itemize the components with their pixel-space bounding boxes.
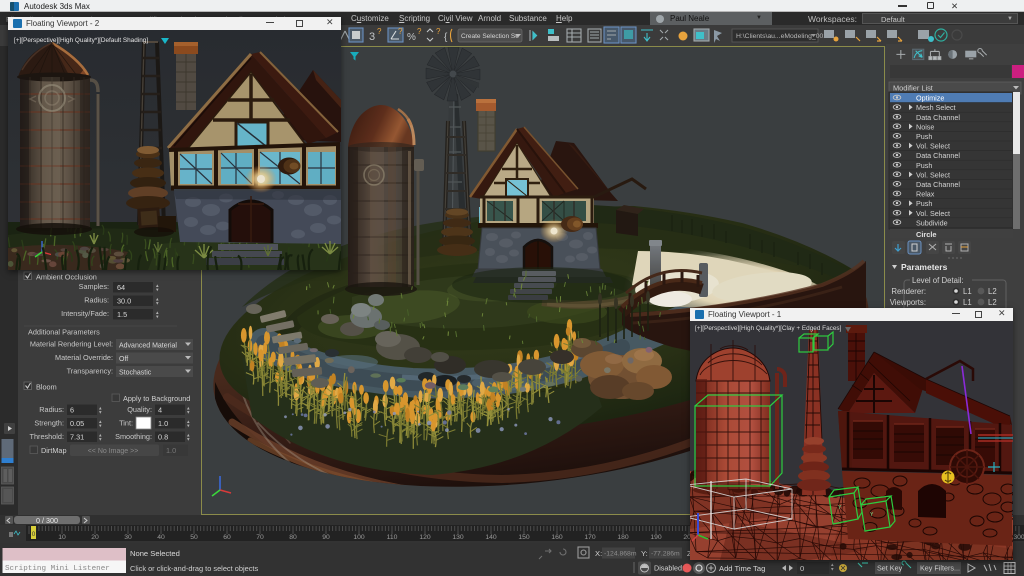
svg-text:Data Channel: Data Channel: [916, 113, 960, 122]
svg-text:?: ?: [417, 27, 422, 36]
svg-text:Vol. Select: Vol. Select: [916, 209, 950, 218]
svg-text:0.05: 0.05: [70, 419, 84, 428]
svg-text:Intensity/Fade:: Intensity/Fade:: [61, 309, 109, 318]
svg-text:Push: Push: [916, 132, 932, 141]
svg-text:7.31: 7.31: [70, 433, 84, 442]
svg-text:DirtMap: DirtMap: [41, 446, 67, 455]
svg-text:-124.868m: -124.868m: [604, 551, 637, 558]
svg-text:Create Selection Se: Create Selection Se: [461, 33, 519, 40]
svg-text:3: 3: [369, 31, 375, 43]
svg-text:?: ?: [436, 27, 441, 36]
svg-text:Optimize: Optimize: [916, 94, 944, 103]
svg-text:90: 90: [322, 534, 330, 541]
svg-text:Stochastic: Stochastic: [119, 370, 152, 377]
svg-text:150: 150: [518, 534, 530, 541]
svg-text:110: 110: [387, 534, 398, 541]
svg-text:Data Channel: Data Channel: [916, 180, 960, 189]
svg-text:%: %: [407, 32, 416, 43]
svg-text:Relax: Relax: [916, 190, 935, 199]
svg-text:30.0: 30.0: [117, 297, 131, 306]
svg-text:Circle: Circle: [916, 230, 937, 239]
svg-text:?: ?: [377, 27, 382, 36]
svg-text:140: 140: [485, 534, 497, 541]
svg-text:Mesh Select: Mesh Select: [916, 103, 956, 112]
svg-text:0 / 300: 0 / 300: [36, 516, 58, 525]
svg-text:X:: X:: [595, 549, 602, 558]
svg-text:Additional Parameters: Additional Parameters: [28, 328, 100, 337]
svg-text:1.0: 1.0: [166, 446, 176, 455]
svg-text:0.8: 0.8: [158, 433, 168, 442]
svg-text:180: 180: [617, 534, 629, 541]
svg-text:10: 10: [58, 534, 66, 541]
svg-text:Quality:: Quality:: [127, 405, 152, 414]
svg-text:-77.286m: -77.286m: [651, 551, 680, 558]
svg-text:0: 0: [800, 564, 804, 573]
svg-text:Disabled:: Disabled:: [654, 564, 684, 573]
svg-text:4: 4: [158, 406, 162, 415]
svg-text:40: 40: [157, 534, 165, 541]
svg-text:None Selected: None Selected: [130, 549, 180, 558]
svg-text:L1: L1: [963, 287, 972, 296]
svg-text:300: 300: [1013, 534, 1024, 541]
svg-text:{: {: [444, 32, 448, 43]
svg-text:Push: Push: [916, 161, 932, 170]
svg-text:Noise: Noise: [916, 122, 934, 131]
svg-text:Vol. Select: Vol. Select: [916, 170, 950, 179]
svg-text:Apply to Background: Apply to Background: [123, 394, 190, 403]
svg-text:120: 120: [419, 534, 431, 541]
svg-text:Key Filters...: Key Filters...: [920, 564, 960, 573]
svg-text:L1: L1: [963, 298, 972, 307]
svg-text:Viewports:: Viewports:: [890, 298, 926, 307]
svg-text:Material Rendering Level:: Material Rendering Level:: [30, 340, 113, 349]
svg-text:L2: L2: [988, 287, 997, 296]
svg-text:Material Override:: Material Override:: [55, 353, 113, 362]
svg-text:Threshold:: Threshold:: [30, 432, 64, 441]
svg-text:30: 30: [124, 534, 132, 541]
svg-text:Strength:: Strength:: [34, 419, 64, 428]
svg-text:<< No Image >>: << No Image >>: [88, 448, 139, 455]
svg-text:Parameters: Parameters: [901, 262, 948, 272]
svg-text:70: 70: [256, 534, 264, 541]
svg-text:L2: L2: [988, 298, 997, 307]
svg-text:Click or click-and-drag to sel: Click or click-and-drag to select object…: [130, 564, 258, 573]
svg-text:Add Time Tag: Add Time Tag: [719, 564, 765, 573]
svg-text:20: 20: [91, 534, 99, 541]
svg-text:Push: Push: [916, 199, 932, 208]
svg-text:Samples:: Samples:: [79, 282, 109, 291]
svg-text:160: 160: [551, 534, 563, 541]
svg-text:Off: Off: [119, 356, 128, 363]
svg-text:Scripting Mini Listener: Scripting Mini Listener: [5, 565, 110, 573]
svg-text:Smoothing:: Smoothing:: [115, 432, 152, 441]
svg-text:Modifier List: Modifier List: [893, 84, 933, 93]
svg-text:Set Key: Set Key: [877, 564, 903, 573]
svg-text:Tint:: Tint:: [119, 419, 133, 428]
svg-text:Level of Detail:: Level of Detail:: [912, 276, 964, 285]
svg-text:?: ?: [398, 27, 403, 36]
svg-text:Transparency:: Transparency:: [67, 367, 113, 376]
svg-text:100: 100: [353, 534, 365, 541]
svg-text:Renderer:: Renderer:: [891, 287, 926, 296]
svg-text:Ambient Occlusion: Ambient Occlusion: [36, 273, 97, 282]
svg-text:80: 80: [289, 534, 297, 541]
svg-text:1.5: 1.5: [117, 310, 127, 319]
svg-text:Advanced Material: Advanced Material: [119, 343, 177, 350]
svg-text:6: 6: [70, 406, 74, 415]
svg-text:Bloom: Bloom: [36, 383, 57, 392]
svg-text:170: 170: [584, 534, 596, 541]
svg-text:190: 190: [650, 534, 662, 541]
svg-text:Data Channel: Data Channel: [916, 151, 960, 160]
svg-text:Radius:: Radius:: [84, 296, 109, 305]
svg-text:Radius:: Radius:: [39, 405, 64, 414]
svg-text:64: 64: [117, 283, 125, 292]
svg-text:Y:: Y:: [641, 549, 648, 558]
svg-text:50: 50: [190, 534, 198, 541]
svg-text:60: 60: [223, 534, 231, 541]
svg-text:1.0: 1.0: [158, 419, 168, 428]
svg-text:Vol. Select: Vol. Select: [916, 142, 950, 151]
svg-text:Subdivide: Subdivide: [916, 218, 948, 227]
svg-text:130: 130: [452, 534, 464, 541]
